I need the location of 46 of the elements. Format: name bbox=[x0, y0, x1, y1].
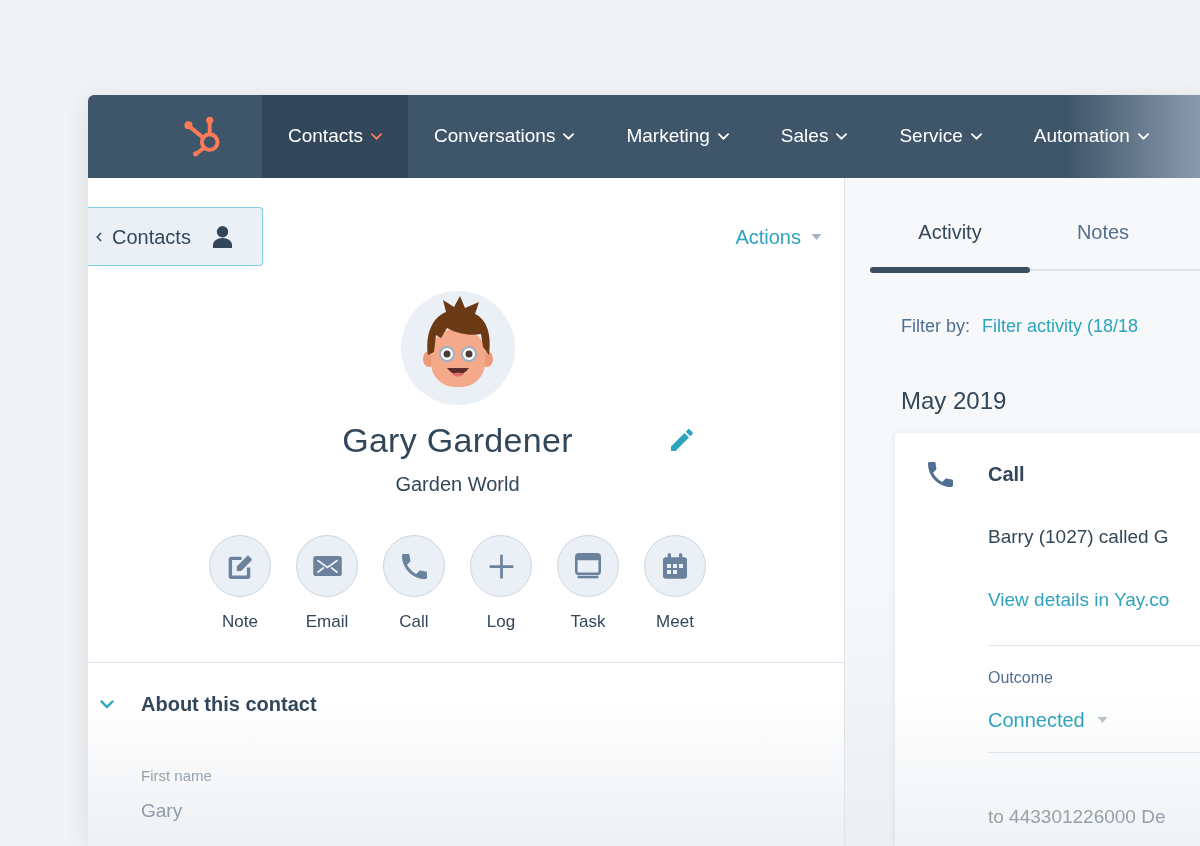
company-name: Garden World bbox=[395, 472, 520, 496]
action-label: Task bbox=[570, 611, 606, 633]
chevron-down-icon bbox=[836, 133, 848, 140]
chevron-down-icon bbox=[371, 133, 382, 140]
action-label: Meet bbox=[656, 611, 694, 633]
chevron-left-icon bbox=[96, 231, 102, 242]
task-icon bbox=[575, 553, 601, 579]
logo-icon bbox=[184, 116, 222, 157]
nav-tab[interactable]: Automation bbox=[1007, 95, 1175, 178]
nav-tab[interactable]: Service bbox=[873, 95, 1008, 178]
caret-icon bbox=[1096, 717, 1108, 723]
nav-tab[interactable]: Marketing bbox=[600, 95, 755, 178]
call-details-text: to 443301226000 De bbox=[988, 805, 1166, 829]
calendar-icon bbox=[663, 553, 687, 579]
section-header[interactable]: About this contact bbox=[88, 691, 317, 717]
action-label: Call bbox=[399, 611, 429, 633]
nav-tab[interactable]: Contacts bbox=[262, 95, 408, 178]
contact-name: Gary Gardener bbox=[342, 420, 573, 460]
field-label: First name bbox=[141, 766, 212, 786]
phone-icon bbox=[401, 553, 427, 579]
outcome-label: Outcome bbox=[988, 668, 1053, 688]
avatar-icon bbox=[400, 291, 515, 405]
field-value: Gary bbox=[141, 799, 183, 823]
activity-tab[interactable]: Activity bbox=[870, 220, 1030, 273]
action-label: Email bbox=[305, 611, 349, 633]
person-icon bbox=[212, 225, 232, 248]
back-button[interactable]: Contacts bbox=[88, 207, 263, 266]
nav-tab[interactable]: Conversations bbox=[408, 95, 601, 178]
caret-icon bbox=[811, 233, 822, 240]
activity-description: Barry (1027) called G bbox=[988, 525, 1169, 549]
envelope-icon bbox=[312, 556, 342, 576]
chevron-down-icon bbox=[1137, 133, 1149, 140]
plus-icon bbox=[488, 553, 514, 579]
action-label: Note bbox=[222, 611, 258, 633]
note-edit-icon bbox=[227, 553, 253, 579]
nav-tab[interactable]: Sales bbox=[754, 95, 874, 178]
filter-label: Filter by: bbox=[901, 315, 970, 338]
action-label: Log bbox=[486, 611, 516, 633]
activity-tab[interactable]: Notes bbox=[1030, 220, 1176, 273]
activity-title: Call bbox=[988, 462, 1025, 486]
chevron-down-icon bbox=[970, 133, 982, 140]
pencil-icon[interactable] bbox=[670, 429, 693, 451]
chevron-down-icon bbox=[717, 133, 729, 140]
phone-icon bbox=[928, 462, 953, 487]
chevron-down-icon bbox=[563, 133, 575, 140]
month-heading: May 2019 bbox=[901, 387, 1007, 415]
